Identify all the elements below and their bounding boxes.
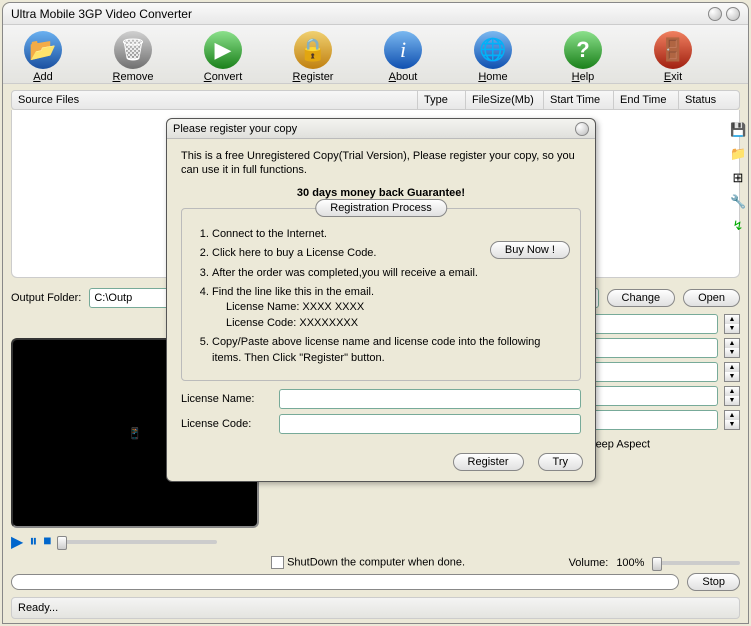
col-start[interactable]: Start Time bbox=[544, 91, 614, 109]
table-header: Source Files Type FileSize(Mb) Start Tim… bbox=[11, 90, 740, 110]
door-icon: 🚪 bbox=[654, 31, 692, 69]
about-button[interactable]: iAbout bbox=[373, 31, 433, 83]
pause-btn[interactable]: ⏸ bbox=[29, 533, 37, 551]
step-4: Find the line like this in the email. Li… bbox=[212, 285, 570, 331]
sample-spin[interactable]: ▲▼ bbox=[724, 410, 740, 430]
question-icon: ? bbox=[564, 31, 602, 69]
trash-icon: 🗑 bbox=[114, 31, 152, 69]
example-code: License Code: XXXXXXXX bbox=[226, 316, 570, 331]
home-button[interactable]: 🌐Home bbox=[463, 31, 523, 83]
side-toolbar: 💾 📁 ⊞ 🔧 ↯ bbox=[730, 122, 746, 234]
change-button[interactable]: Change bbox=[607, 289, 676, 307]
maximize-button[interactable] bbox=[726, 7, 740, 21]
save-icon[interactable]: 💾 bbox=[730, 122, 746, 138]
registration-fieldset: Registration Process Buy Now ! Connect t… bbox=[181, 208, 581, 381]
remove-button[interactable]: 🗑Remove bbox=[103, 31, 163, 83]
guarantee-text: 30 days money back Guarantee! bbox=[181, 186, 581, 200]
volume-value: 100% bbox=[616, 557, 644, 569]
col-source[interactable]: Source Files bbox=[12, 91, 418, 109]
play-btn[interactable]: ▶ bbox=[11, 532, 23, 552]
tool-icon[interactable]: 🔧 bbox=[730, 194, 746, 210]
stop-btn[interactable]: ⏹ bbox=[43, 533, 51, 551]
license-name-input[interactable] bbox=[279, 389, 581, 409]
dialog-titlebar: Please register your copy bbox=[167, 119, 595, 139]
col-size[interactable]: FileSize(Mb) bbox=[466, 91, 544, 109]
profile-select[interactable] bbox=[578, 314, 718, 334]
step-1: Connect to the Internet. bbox=[212, 227, 570, 242]
help-button[interactable]: ?Help bbox=[553, 31, 613, 83]
channels-spin[interactable]: ▲▼ bbox=[724, 386, 740, 406]
exit-button[interactable]: 🚪Exit bbox=[643, 31, 703, 83]
step-3: After the order was completed,you will r… bbox=[212, 266, 570, 281]
shutdown-check[interactable] bbox=[271, 556, 284, 569]
col-status[interactable]: Status bbox=[679, 91, 739, 109]
info-icon: i bbox=[384, 31, 422, 69]
shutdown-label: ShutDown the computer when done. bbox=[287, 556, 465, 568]
profile-spin[interactable]: ▲▼ bbox=[724, 314, 740, 334]
bitrate-spin[interactable]: ▲▼ bbox=[724, 338, 740, 358]
buy-now-button[interactable]: Buy Now ! bbox=[490, 241, 570, 259]
dialog-title: Please register your copy bbox=[173, 123, 571, 135]
dialog-close-button[interactable] bbox=[575, 122, 589, 136]
col-type[interactable]: Type bbox=[418, 91, 466, 109]
stop-button[interactable]: Stop bbox=[687, 573, 740, 591]
registration-legend: Registration Process bbox=[315, 199, 447, 217]
output-label: Output Folder: bbox=[11, 292, 81, 304]
minimize-button[interactable] bbox=[708, 7, 722, 21]
phone-icon: 📱 bbox=[128, 427, 142, 440]
seek-slider[interactable] bbox=[57, 540, 217, 544]
add-button[interactable]: 📂Add bbox=[13, 31, 73, 83]
volume-label: Volume: bbox=[569, 557, 609, 569]
play-controls: ▶ ⏸ ⏹ bbox=[11, 532, 740, 552]
codec-spin[interactable]: ▲▼ bbox=[724, 362, 740, 382]
dialog-intro: This is a free Unregistered Copy(Trial V… bbox=[181, 149, 581, 178]
step-5: Copy/Paste above license name and licens… bbox=[212, 335, 570, 366]
globe-icon: 🌐 bbox=[474, 31, 512, 69]
volume-slider[interactable] bbox=[652, 561, 740, 565]
window-title: Ultra Mobile 3GP Video Converter bbox=[11, 7, 704, 21]
register-dialog: Please register your copy This is a free… bbox=[166, 118, 596, 482]
titlebar: Ultra Mobile 3GP Video Converter bbox=[3, 3, 748, 25]
open-icon[interactable]: 📁 bbox=[730, 146, 746, 162]
open-button[interactable]: Open bbox=[683, 289, 740, 307]
play-icon: ▶ bbox=[204, 31, 242, 69]
license-code-input[interactable] bbox=[279, 414, 581, 434]
dialog-try-button[interactable]: Try bbox=[538, 453, 583, 471]
example-name: License Name: XXXX XXXX bbox=[226, 300, 570, 315]
toolbar: 📂Add 🗑Remove ▶Convert 🔒Register iAbout 🌐… bbox=[3, 25, 748, 84]
lock-icon: 🔒 bbox=[294, 31, 332, 69]
grid-icon[interactable]: ⊞ bbox=[730, 170, 746, 186]
arrow-icon[interactable]: ↯ bbox=[730, 218, 746, 234]
license-name-label: License Name: bbox=[181, 393, 271, 405]
col-end[interactable]: End Time bbox=[614, 91, 679, 109]
progress-bar bbox=[11, 574, 679, 590]
status-bar: Ready... bbox=[11, 597, 740, 619]
folder-icon: 📂 bbox=[24, 31, 62, 69]
license-code-label: License Code: bbox=[181, 418, 271, 430]
register-button[interactable]: 🔒Register bbox=[283, 31, 343, 83]
dialog-register-button[interactable]: Register bbox=[453, 453, 524, 471]
convert-button[interactable]: ▶Convert bbox=[193, 31, 253, 83]
